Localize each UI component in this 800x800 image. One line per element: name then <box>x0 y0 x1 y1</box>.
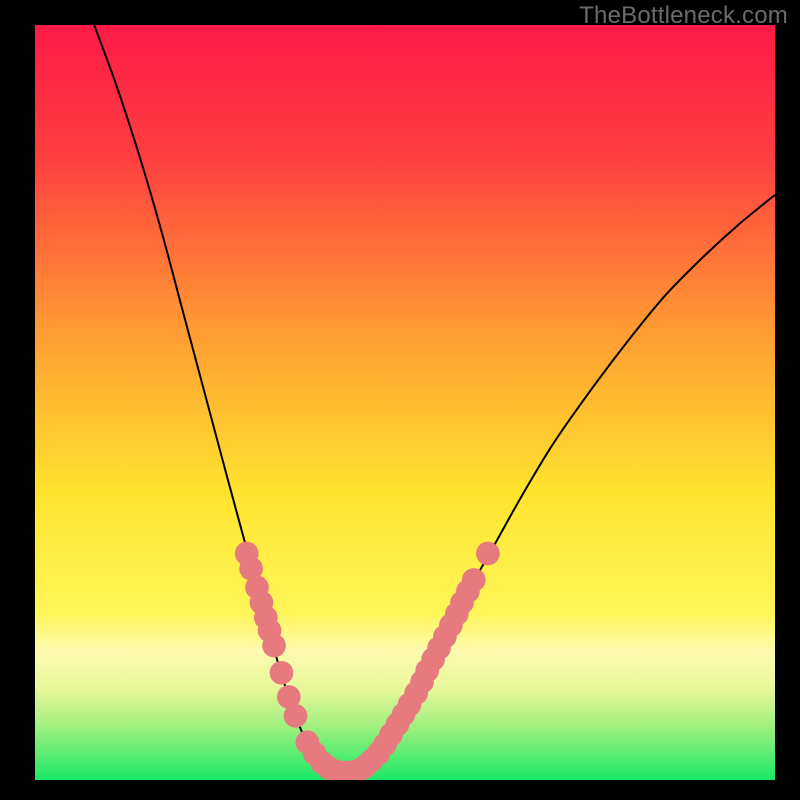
chart-frame: TheBottleneck.com <box>0 0 800 800</box>
data-marker <box>270 661 294 685</box>
chart-svg <box>35 25 775 780</box>
gradient-background <box>35 25 775 780</box>
data-marker <box>262 634 286 658</box>
data-marker <box>476 542 500 566</box>
data-marker <box>462 568 486 592</box>
chart-plot-area <box>35 25 775 780</box>
data-marker <box>284 704 308 728</box>
